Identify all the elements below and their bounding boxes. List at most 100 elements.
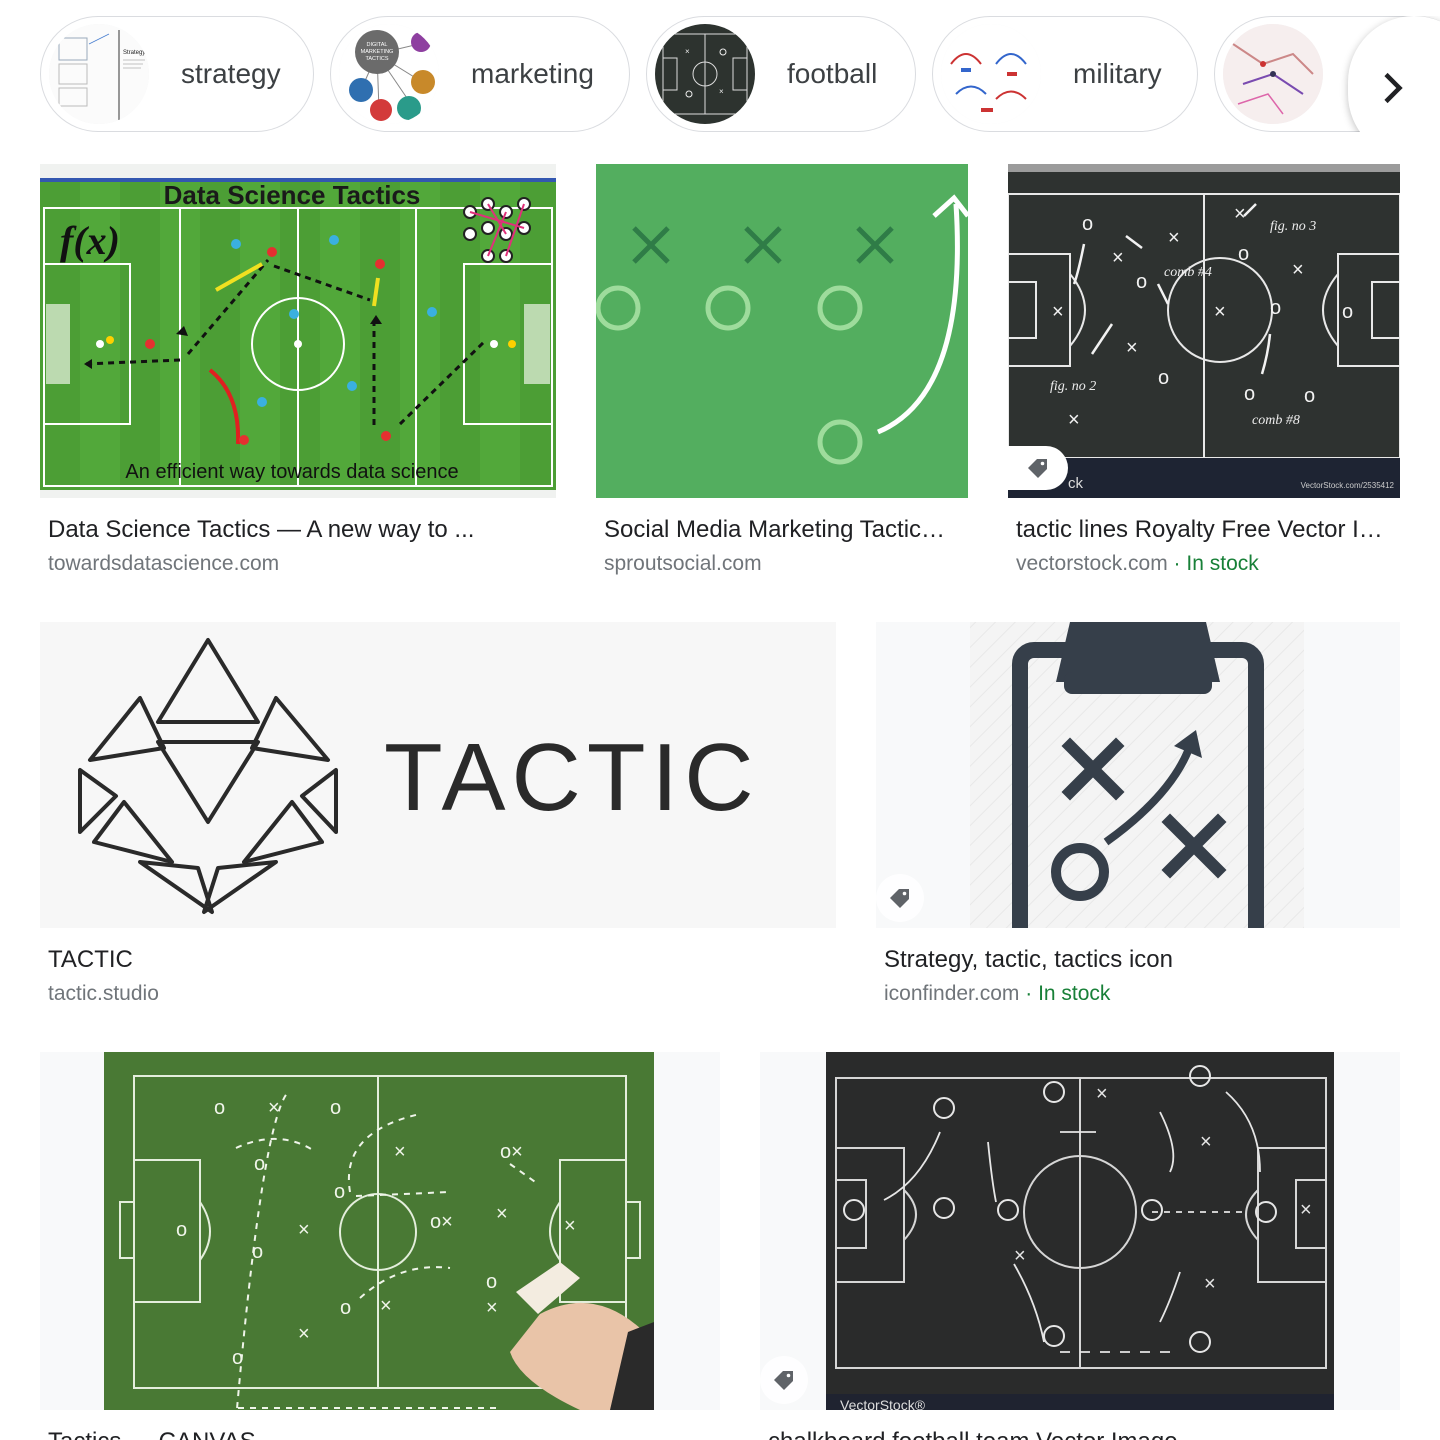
chip-marketing[interactable]: DIGITAL MARKETING TACTICS marketing: [330, 16, 630, 132]
svg-text:An efficient way towards data: An efficient way towards data science: [125, 461, 458, 483]
chalkboard-football-thumbnail: × ×: [655, 24, 755, 124]
svg-text:o: o: [340, 1297, 351, 1319]
svg-text:o: o: [1136, 271, 1147, 293]
result-tile[interactable]: o × o × o × × × o o × o × o o × comb #4 fig. no 2 co…: [1008, 164, 1400, 584]
result-title[interactable]: Strategy, tactic, tactics icon: [884, 946, 1392, 974]
strategy-diagram-thumbnail: Strategy: [49, 24, 149, 124]
svg-text:×: ×: [685, 47, 690, 56]
svg-text:o: o: [334, 1181, 345, 1203]
svg-text:o×: o×: [430, 1211, 453, 1233]
svg-text:o: o: [214, 1097, 225, 1119]
svg-text:o: o: [232, 1347, 243, 1369]
svg-text:fig. no 3: fig. no 3: [1270, 219, 1316, 234]
svg-text:×: ×: [719, 87, 724, 96]
result-tile[interactable]: Strategy, tactic, tactics icon iconfinde…: [876, 622, 1400, 1016]
chip-label: strategy: [181, 58, 281, 89]
result-thumbnail[interactable]: Data Science Tactics f(x) An efficient w…: [40, 164, 556, 498]
military-maneuver-thumbnail: [941, 24, 1041, 124]
svg-text:o: o: [1158, 367, 1169, 389]
result-source: towardsdatascience.com: [48, 552, 280, 575]
svg-text:×: ×: [1168, 227, 1180, 249]
related-searches-row: Strategy strategy DIGITAL MARKETING TACT…: [40, 16, 1440, 132]
svg-text:ck: ck: [1068, 475, 1084, 492]
svg-text:comb #8: comb #8: [1252, 413, 1300, 428]
svg-text:o: o: [176, 1219, 187, 1241]
chip-label: football: [787, 58, 878, 89]
result-title[interactable]: Social Media Marketing Tactic…: [604, 516, 960, 544]
result-title[interactable]: tactic lines Royalty Free Vector I…: [1016, 516, 1392, 544]
svg-text:o: o: [254, 1153, 265, 1175]
result-thumbnail[interactable]: o × o × o × × × o o × o × o o × comb #4 fig. no 2 co…: [1008, 164, 1400, 498]
tag-icon: [774, 1371, 793, 1390]
result-title[interactable]: chalkboard football team Vector Image: [768, 1428, 1392, 1440]
svg-text:o: o: [1244, 383, 1255, 405]
chip-label: marketing: [471, 58, 594, 89]
product-tag-badge: [876, 874, 924, 922]
svg-text:DIGITAL: DIGITAL: [367, 42, 388, 48]
result-thumbnail[interactable]: × × × × × VectorStock®: [760, 1052, 1400, 1410]
result-tile[interactable]: TACTIC TACTIC tactic.studio: [40, 622, 836, 1016]
result-source: sproutsocial.com: [604, 552, 762, 575]
result-title[interactable]: TACTIC: [48, 946, 828, 974]
svg-text:×: ×: [564, 1215, 576, 1237]
result-tile[interactable]: × × × × × VectorStock® chalkboard football …: [760, 1052, 1400, 1440]
svg-text:×: ×: [486, 1297, 498, 1319]
result-thumbnail[interactable]: TACTIC: [40, 622, 836, 928]
result-tile[interactable]: Social Media Marketing Tactic… sproutsoc…: [596, 164, 968, 584]
svg-text:×: ×: [380, 1295, 392, 1317]
svg-text:o: o: [1270, 297, 1281, 319]
svg-text:o×: o×: [500, 1141, 523, 1163]
svg-text:×: ×: [1096, 1083, 1108, 1105]
svg-text:×: ×: [1014, 1245, 1026, 1267]
svg-text:×: ×: [394, 1141, 406, 1163]
svg-text:×: ×: [268, 1097, 280, 1119]
result-thumbnail[interactable]: [876, 622, 1400, 928]
svg-text:comb #4: comb #4: [1164, 265, 1212, 280]
product-tag-badge: [1008, 446, 1068, 490]
svg-text:TACTIC: TACTIC: [384, 724, 760, 831]
in-stock-label: · In stock: [1167, 552, 1259, 575]
svg-text:×: ×: [1200, 1131, 1212, 1153]
svg-text:o: o: [1304, 385, 1315, 407]
svg-text:×: ×: [1068, 409, 1080, 431]
svg-text:×: ×: [298, 1219, 310, 1241]
chip-strategy[interactable]: Strategy strategy: [40, 16, 314, 132]
svg-text:×: ×: [1126, 337, 1138, 359]
svg-text:o: o: [1342, 301, 1353, 323]
result-tile[interactable]: o×o o×o ×o×× o×oo ××o ×oo × Tactics — CA…: [40, 1052, 720, 1440]
tag-icon: [890, 889, 909, 908]
chip-football[interactable]: × × football: [646, 16, 916, 132]
chevron-right-icon: [1384, 72, 1403, 104]
result-thumbnail[interactable]: [596, 164, 968, 498]
svg-text:f(x): f(x): [60, 218, 120, 263]
svg-text:VectorStock®: VectorStock®: [840, 1397, 926, 1410]
svg-text:×: ×: [1204, 1273, 1216, 1295]
svg-text:MARKETING: MARKETING: [361, 49, 394, 55]
chip-military[interactable]: military: [932, 16, 1198, 132]
svg-text:×: ×: [496, 1203, 508, 1225]
product-tag-badge: [760, 1356, 808, 1404]
result-source: iconfinder.com · In stock: [884, 982, 1111, 1005]
in-stock-label: · In stock: [1019, 982, 1111, 1005]
svg-text:o: o: [1238, 243, 1249, 265]
svg-text:×: ×: [1300, 1199, 1312, 1221]
war-map-thumbnail: [1223, 24, 1323, 124]
result-thumbnail[interactable]: o × o o × o × o× × o× o o × × o × o o ×: [40, 1052, 720, 1410]
result-title[interactable]: Tactics — CANVAS: [48, 1428, 712, 1440]
svg-text:o: o: [330, 1097, 341, 1119]
svg-text:o: o: [486, 1271, 497, 1293]
svg-text:Strategy: Strategy: [123, 50, 145, 56]
result-source: vectorstock.com · In stock: [1016, 552, 1259, 575]
svg-text:×: ×: [1292, 259, 1304, 281]
result-title[interactable]: Data Science Tactics — A new way to ...: [48, 516, 548, 544]
svg-text:o: o: [252, 1241, 263, 1263]
svg-text:×: ×: [298, 1323, 310, 1345]
result-tile[interactable]: Data Science Tactics f(x) An efficient w…: [40, 164, 556, 584]
digital-marketing-tactics-thumbnail: DIGITAL MARKETING TACTICS: [339, 24, 439, 124]
svg-text:VectorStock.com/2535412: VectorStock.com/2535412: [1301, 481, 1395, 490]
svg-text:×: ×: [1214, 301, 1226, 323]
svg-text:×: ×: [1112, 247, 1124, 269]
svg-text:×: ×: [1052, 301, 1064, 323]
result-source: tactic.studio: [48, 982, 159, 1005]
svg-text:×: ×: [1234, 203, 1246, 225]
